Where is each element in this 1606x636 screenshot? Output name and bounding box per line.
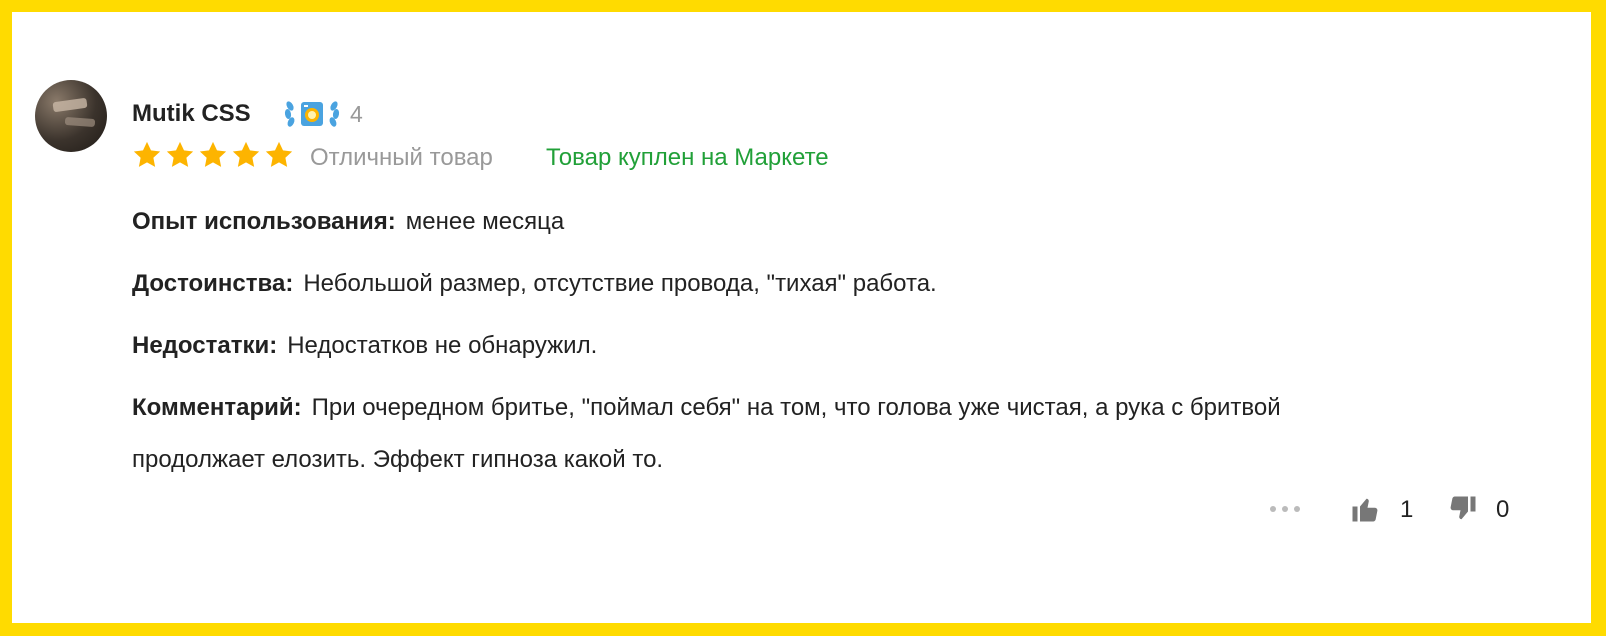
cons-label: Недостатки: <box>132 332 278 359</box>
pros-label: Достоинства: <box>132 270 294 297</box>
star-icon <box>166 141 194 167</box>
dislikes-count: 0 <box>1496 496 1510 523</box>
star-icon <box>265 141 293 167</box>
comment-row: Комментарий: При очередном бритье, "пойма… <box>132 394 1281 422</box>
comment-value-line2: продолжает елозить. Эффект гипноза какой… <box>132 446 664 473</box>
thumb-up-icon[interactable] <box>1350 492 1380 526</box>
star-icon <box>133 141 161 167</box>
likes-count: 1 <box>1400 496 1414 523</box>
star-icon <box>199 141 227 167</box>
author-level: 4 <box>350 101 363 127</box>
cons-row: Недостатки: Недостатков не обнаружил. <box>132 332 597 360</box>
author-name[interactable]: Mutik CSS <box>132 100 251 128</box>
experience-row: Опыт использования: менее месяца <box>132 208 564 236</box>
comment-label: Комментарий: <box>132 394 302 421</box>
purchase-badge: Товар куплен на Маркете <box>546 144 829 171</box>
laurel-badge-icon <box>284 101 340 127</box>
review-card: Mutik CSS 4 Отличный товар Товар куплен … <box>12 12 1591 623</box>
experience-label: Опыт использования: <box>132 208 396 235</box>
star-icon <box>232 141 260 167</box>
avatar[interactable] <box>35 80 107 152</box>
pros-value: Небольшой размер, отсутствие провода, "т… <box>303 270 937 297</box>
comment-value-line1: При очередном бритье, "поймал себя" на т… <box>311 394 1281 421</box>
cons-value: Недостатков не обнаружил. <box>287 332 598 359</box>
more-dots-icon[interactable] <box>1270 506 1300 512</box>
rating-stars <box>132 140 294 170</box>
pros-row: Достоинства: Небольшой размер, отсутствие… <box>132 270 937 298</box>
thumb-down-icon[interactable] <box>1448 492 1478 526</box>
rating-text: Отличный товар <box>310 144 493 171</box>
experience-value: менее месяца <box>405 208 565 235</box>
